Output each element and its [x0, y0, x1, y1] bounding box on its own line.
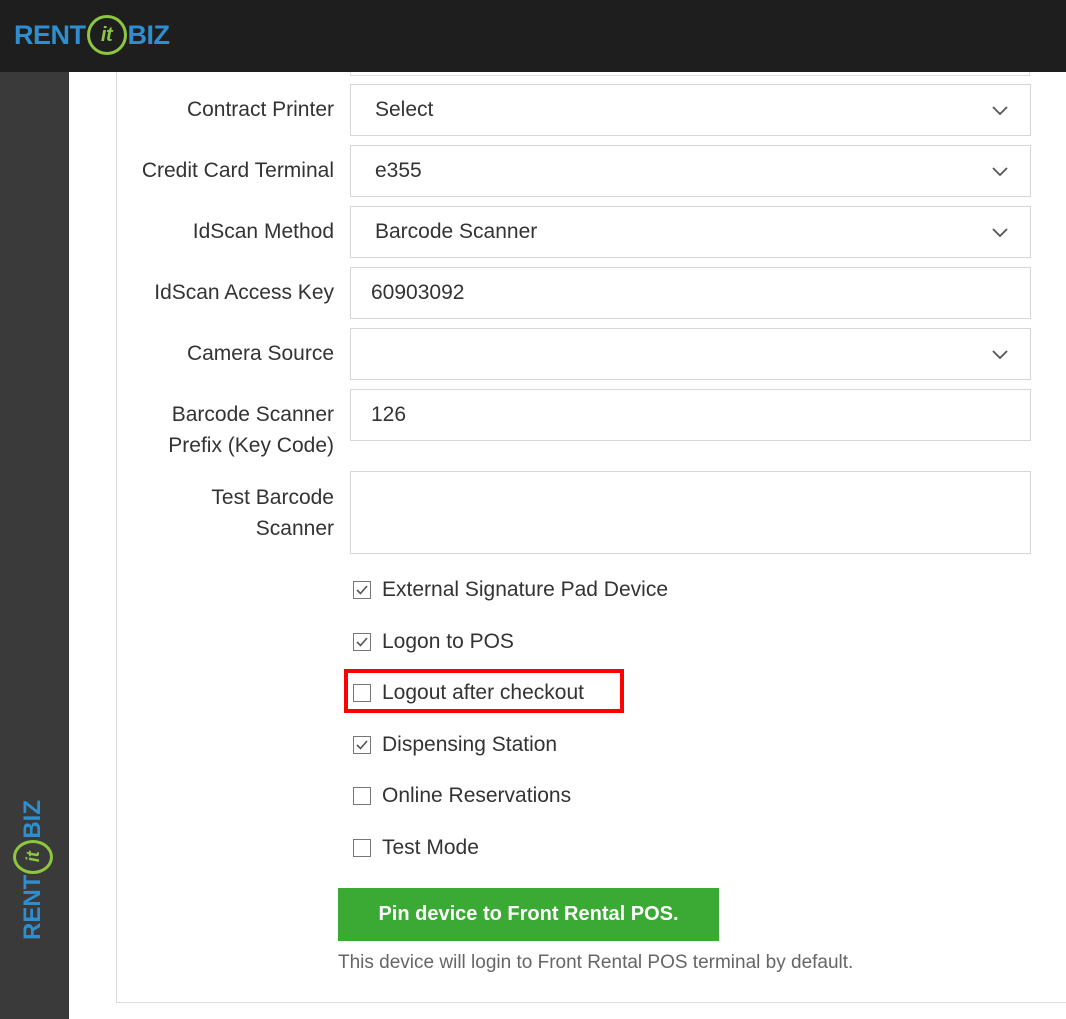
credit-card-terminal-select[interactable]: e355 [350, 145, 1031, 197]
idscan-method-label: IdScan Method [192, 220, 334, 243]
credit-card-terminal-value: e355 [375, 159, 422, 182]
checkbox-online-reservations[interactable]: Online Reservations [353, 782, 571, 810]
test-barcode-label: Test Barcode Scanner [104, 482, 334, 544]
idscan-access-key-input[interactable]: 60903092 [350, 267, 1031, 319]
chevron-down-icon [992, 350, 1008, 360]
credit-card-terminal-label: Credit Card Terminal [141, 159, 334, 182]
checkbox-test-mode[interactable]: Test Mode [353, 834, 479, 862]
checkbox-unchecked-icon[interactable] [353, 839, 371, 857]
sidebar-logo: RENT it BIZ [3, 800, 63, 940]
contract-printer-value: Select [375, 98, 434, 121]
checkbox-label: Online Reservations [382, 784, 572, 807]
test-barcode-textarea[interactable] [350, 471, 1031, 554]
pin-device-help-text: This device will login to Front Rental P… [338, 952, 854, 973]
sidebar-logo-it: it [22, 851, 43, 863]
contract-printer-select[interactable]: Select [350, 84, 1031, 136]
logo-text-biz: BIZ [127, 19, 171, 50]
barcode-prefix-input[interactable]: 126 [350, 389, 1031, 441]
checkbox-label: Logon to POS [382, 630, 514, 653]
chevron-down-icon [992, 228, 1008, 238]
sidebar-logo-biz: BIZ [19, 800, 46, 839]
chevron-down-icon [992, 106, 1008, 116]
sidebar-logo-it-badge: it [13, 839, 53, 874]
checkbox-label: External Signature Pad Device [382, 578, 668, 601]
logo-text-it: it [100, 23, 113, 46]
brand-logo[interactable]: RENT it BIZ [14, 12, 170, 58]
barcode-prefix-label-line1: Barcode Scanner [171, 403, 334, 426]
camera-source-label: Camera Source [186, 342, 334, 365]
barcode-prefix-value: 126 [371, 403, 407, 426]
checkbox-checked-icon[interactable] [353, 736, 371, 754]
pin-device-button[interactable]: Pin device to Front Rental POS. [338, 888, 719, 941]
checkbox-unchecked-icon[interactable] [353, 787, 371, 805]
checkbox-checked-icon[interactable] [353, 633, 371, 651]
idscan-method-value: Barcode Scanner [375, 220, 538, 243]
checkbox-label: Test Mode [382, 836, 479, 859]
chevron-down-icon [992, 167, 1008, 177]
checkbox-logon-to-pos[interactable]: Logon to POS [353, 628, 514, 656]
logo-text-rent: RENT [14, 19, 86, 50]
checkbox-label: Dispensing Station [382, 733, 558, 756]
highlight-box [344, 669, 624, 713]
logo-it-badge: it [86, 15, 127, 55]
barcode-prefix-label-line2: Prefix (Key Code) [168, 434, 334, 457]
idscan-access-key-value: 60903092 [371, 281, 465, 304]
previous-field-edge [350, 72, 1030, 76]
test-barcode-label-line1: Test Barcode [211, 486, 334, 509]
test-barcode-label-line2: Scanner [255, 517, 334, 540]
sidebar-logo-rent: RENT [19, 874, 46, 940]
camera-source-select[interactable] [350, 328, 1031, 380]
contract-printer-label: Contract Printer [186, 98, 334, 121]
checkbox-checked-icon[interactable] [353, 581, 371, 599]
idscan-access-key-label: IdScan Access Key [154, 281, 334, 304]
top-bar: RENT it BIZ [0, 0, 1066, 72]
checkbox-external-signature-pad[interactable]: External Signature Pad Device [353, 576, 668, 604]
checkbox-dispensing-station[interactable]: Dispensing Station [353, 731, 557, 759]
idscan-method-select[interactable]: Barcode Scanner [350, 206, 1031, 258]
barcode-prefix-label: Barcode Scanner Prefix (Key Code) [104, 399, 334, 461]
